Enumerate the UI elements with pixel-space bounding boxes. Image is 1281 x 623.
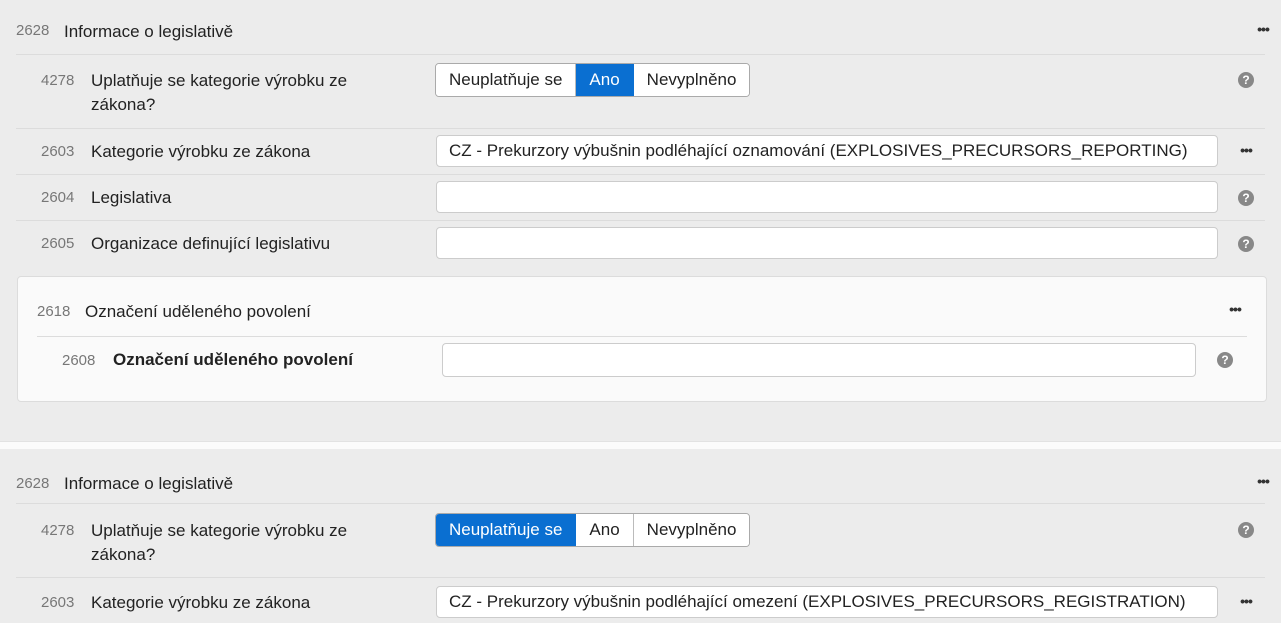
row-2603: 2603 Kategorie výrobku ze zákona CZ - Pr… — [16, 129, 1265, 175]
applicability-toggle: Neuplatňuje se Ano Nevyplněno — [435, 63, 751, 97]
more-icon[interactable]: ••• — [1236, 142, 1256, 158]
legislation-block-1: 2628 Informace o legislativě ••• 4278 Up… — [0, 0, 1281, 441]
legislation-field[interactable] — [436, 181, 1218, 213]
option-nevyplneno[interactable]: Nevyplněno — [633, 64, 750, 96]
section-code: 2628 — [16, 475, 50, 492]
field-code: 4278 — [41, 522, 75, 539]
subgroup-code: 2618 — [37, 303, 71, 320]
row-2604: 2604 Legislativa ? — [16, 175, 1265, 221]
row-4278: 4278 Uplatňuje se kategorie výrobku ze z… — [16, 507, 1265, 578]
field-label: Uplatňuje se kategorie výrobku ze zákona… — [91, 521, 348, 564]
section-title: Informace o legislativě — [64, 474, 234, 493]
more-icon[interactable]: ••• — [1236, 593, 1256, 609]
field-label: Kategorie výrobku ze zákona — [91, 593, 311, 612]
product-category-field[interactable]: CZ - Prekurzory výbušnin podléhající ome… — [436, 586, 1218, 618]
section-code: 2628 — [16, 22, 50, 39]
product-category-field[interactable]: CZ - Prekurzory výbušnin podléhající ozn… — [436, 135, 1218, 167]
help-icon[interactable]: ? — [1217, 352, 1233, 368]
section-header: 2628 Informace o legislativě ••• — [16, 459, 1270, 504]
field-code: 2608 — [62, 352, 96, 369]
legislation-block-2: 2628 Informace o legislativě ••• 4278 Up… — [0, 449, 1281, 623]
field-code: 2604 — [41, 189, 75, 206]
option-ano[interactable]: Ano — [576, 514, 634, 546]
field-code: 4278 — [41, 72, 75, 89]
field-label: Legislativa — [91, 188, 172, 207]
field-code: 2603 — [41, 143, 75, 160]
section-header: 2628 Informace o legislativě ••• — [16, 10, 1270, 55]
more-icon[interactable]: ••• — [1225, 301, 1245, 317]
applicability-toggle: Neuplatňuje se Ano Nevyplněno — [435, 513, 751, 547]
more-icon[interactable]: ••• — [1253, 473, 1273, 489]
field-code: 2605 — [41, 235, 75, 252]
section-title: Informace o legislativě — [64, 22, 234, 41]
row-4278: 4278 Uplatňuje se kategorie výrobku ze z… — [16, 58, 1265, 129]
help-icon[interactable]: ? — [1238, 522, 1254, 538]
subgroup-title: Označení uděleného povolení — [85, 302, 311, 321]
subgroup-header: 2618 Označení uděleného povolení ••• — [37, 277, 1247, 337]
permit-designation-field[interactable] — [442, 343, 1196, 377]
option-neuplatnuje-se[interactable]: Neuplatňuje se — [436, 64, 577, 96]
help-icon[interactable]: ? — [1238, 236, 1254, 252]
field-label: Uplatňuje se kategorie výrobku ze zákona… — [91, 71, 348, 114]
more-icon[interactable]: ••• — [1253, 21, 1273, 37]
option-neuplatnuje-se[interactable]: Neuplatňuje se — [436, 514, 577, 546]
help-icon[interactable]: ? — [1238, 190, 1254, 206]
field-label: Organizace definující legislativu — [91, 234, 331, 253]
permit-subgroup: 2618 Označení uděleného povolení ••• 260… — [17, 276, 1267, 402]
option-ano[interactable]: Ano — [576, 64, 634, 96]
field-label: Označení uděleného povolení — [113, 350, 353, 369]
row-2605: 2605 Organizace definující legislativu ? — [16, 221, 1265, 266]
field-label: Kategorie výrobku ze zákona — [91, 142, 311, 161]
row-2608: 2608 Označení uděleného povolení ? — [37, 337, 1247, 387]
help-icon[interactable]: ? — [1238, 72, 1254, 88]
row-2603: 2603 Kategorie výrobku ze zákona CZ - Pr… — [16, 578, 1265, 623]
field-code: 2603 — [41, 594, 75, 611]
option-nevyplneno[interactable]: Nevyplněno — [633, 514, 750, 546]
legislation-organization-field[interactable] — [436, 227, 1218, 259]
